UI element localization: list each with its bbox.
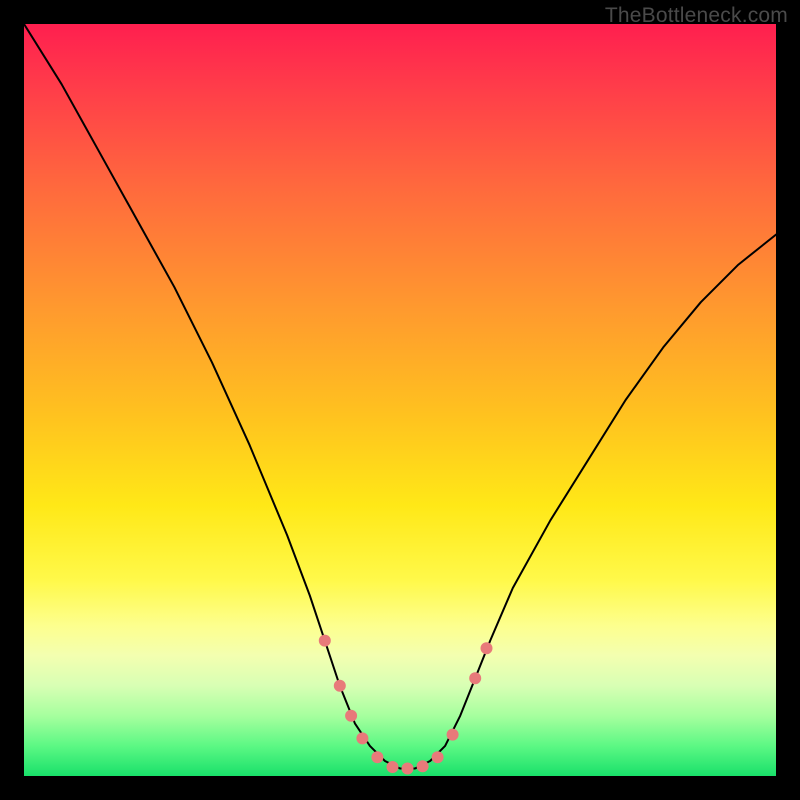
- curve-marker: [432, 751, 444, 763]
- curve-marker: [387, 761, 399, 773]
- watermark-text: TheBottleneck.com: [605, 4, 788, 28]
- curve-marker: [371, 751, 383, 763]
- curve-marker: [319, 635, 331, 647]
- plot-area: [24, 24, 776, 776]
- curve-marker: [469, 672, 481, 684]
- chart-svg: [24, 24, 776, 776]
- curve-marker: [345, 710, 357, 722]
- curve-marker: [481, 642, 493, 654]
- curve-marker: [356, 732, 368, 744]
- curve-marker: [417, 760, 429, 772]
- curve-path: [24, 24, 776, 769]
- curve-marker: [402, 763, 414, 775]
- curve-marker: [334, 680, 346, 692]
- chart-frame: TheBottleneck.com: [0, 0, 800, 800]
- curve-marker: [447, 729, 459, 741]
